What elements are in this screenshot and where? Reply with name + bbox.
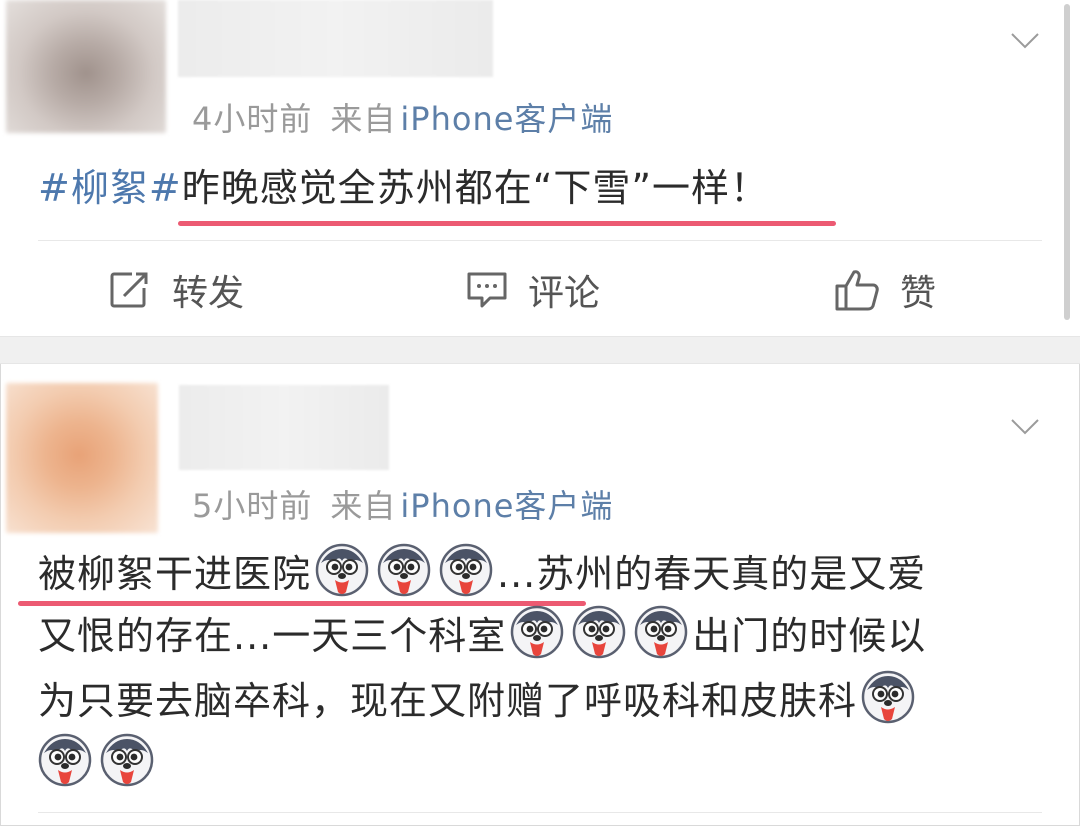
post-time: 5小时前: [192, 487, 313, 525]
hashtag-link[interactable]: #柳絮#: [38, 166, 182, 210]
author-avatar[interactable]: [6, 0, 166, 133]
client-link[interactable]: iPhone客户端: [400, 100, 613, 138]
source-label: 来自: [330, 100, 397, 138]
post-time: 4小时前: [192, 100, 313, 138]
husky-emoji: [506, 605, 568, 659]
thumbs-up-icon: [835, 270, 879, 311]
post-text: #柳絮#昨晚感觉全苏州都在“下雪”一样！: [38, 157, 769, 219]
like-label: 赞: [900, 273, 937, 314]
post-text-segment: 出门的时候以: [692, 614, 927, 658]
husky-emoji: [435, 543, 497, 597]
post-text-segment: ...苏州的春天真的是又爱: [497, 552, 927, 596]
author-name-blurred[interactable]: [178, 0, 493, 77]
scrollbar[interactable]: [1064, 4, 1070, 320]
post-meta: 4小时前 来自 iPhone客户端: [192, 94, 613, 140]
client-link[interactable]: iPhone客户端: [400, 487, 613, 525]
post-text-segment: 为只要去脑卒科，现在又附赠了呼吸科和皮肤科: [38, 679, 858, 723]
comment-icon: [467, 272, 507, 308]
repost-icon: [110, 272, 148, 308]
post-text-line: [34, 733, 158, 795]
chevron-down-icon[interactable]: [1010, 32, 1040, 50]
post-text-segment: 被柳絮干进医院: [38, 552, 312, 596]
divider: [38, 812, 1042, 813]
like-button[interactable]: 赞: [834, 262, 936, 318]
post-meta: 5小时前 来自 iPhone客户端: [192, 481, 613, 527]
repost-button[interactable]: 转发: [108, 262, 244, 318]
repost-label: 转发: [172, 273, 245, 314]
husky-emoji: [96, 733, 158, 787]
comment-button[interactable]: 评论: [466, 262, 600, 318]
husky-emoji: [857, 670, 919, 724]
post-text-line: 为只要去脑卒科，现在又附赠了呼吸科和皮肤科: [38, 670, 919, 732]
husky-emoji: [311, 543, 373, 597]
husky-emoji: [630, 605, 692, 659]
author-name-blurred[interactable]: [179, 385, 389, 470]
husky-emoji: [568, 605, 630, 659]
feed-separator: [0, 336, 1080, 364]
highlight-underline: [178, 221, 836, 226]
comment-label: 评论: [528, 273, 601, 314]
post-body: 昨晚感觉全苏州都在“下雪”一样！: [181, 166, 770, 210]
source-label: 来自: [330, 487, 397, 525]
chevron-down-icon[interactable]: [1010, 418, 1040, 436]
post-text-line: 被柳絮干进医院 ...苏州的春天真的是又爱: [38, 543, 926, 605]
divider: [38, 240, 1042, 241]
husky-emoji: [373, 543, 435, 597]
post-card: 4小时前 来自 iPhone客户端 #柳絮#昨晚感觉全苏州都在“下雪”一样！ 转发 …: [0, 0, 1080, 336]
husky-emoji: [34, 733, 96, 787]
post-text-segment: 又恨的存在...一天三个科室: [38, 614, 507, 658]
post-text-line: 又恨的存在...一天三个科室 出门的时候以: [38, 605, 926, 667]
author-avatar[interactable]: [6, 383, 158, 533]
